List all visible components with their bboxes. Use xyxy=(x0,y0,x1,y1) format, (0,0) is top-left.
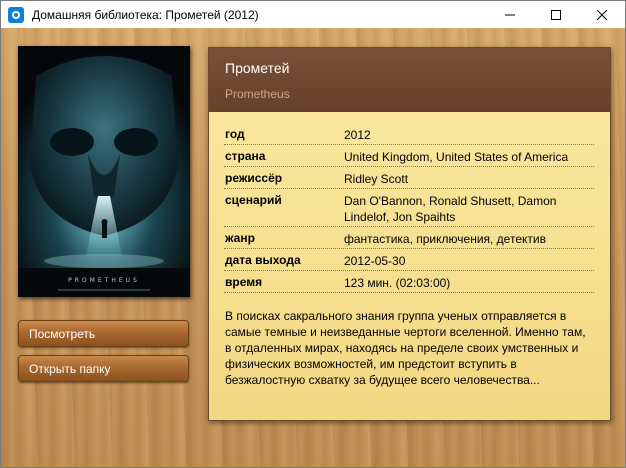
watch-button[interactable]: Посмотреть xyxy=(18,320,189,347)
app-icon xyxy=(8,6,24,23)
title-bar[interactable]: Домашняя библиотека: Прометей (2012) xyxy=(1,1,625,28)
info-row-year: год 2012 xyxy=(224,124,594,145)
movie-description: В поисках сакрального знания группа учен… xyxy=(225,309,586,387)
window-title: Домашняя библиотека: Прометей (2012) xyxy=(32,7,259,22)
info-value: Ridley Scott xyxy=(344,172,409,186)
info-value: United Kingdom, United States of America xyxy=(344,150,569,164)
open-folder-button[interactable]: Открыть папку xyxy=(18,355,189,382)
info-value: 2012 xyxy=(344,128,371,142)
info-value: 2012-05-30 xyxy=(344,254,406,268)
info-row-genre: жанр фантастика, приключения, детектив xyxy=(224,228,594,249)
close-icon xyxy=(597,9,607,20)
movie-title: Прометей xyxy=(225,60,290,76)
main-content: PROMETHEUS Посмотреть Открыть папку Пром… xyxy=(1,28,625,467)
info-row-runtime: время 123 мин. (02:03:00) xyxy=(224,272,594,293)
movie-poster: PROMETHEUS xyxy=(18,46,190,297)
poster-caption: PROMETHEUS xyxy=(68,277,140,284)
movie-original-title: Prometheus xyxy=(225,87,290,101)
info-key: жанр xyxy=(225,231,255,245)
maximize-button[interactable] xyxy=(533,1,579,28)
movie-info-card: Прометей Prometheus год 2012 страна Unit… xyxy=(208,47,611,421)
minimize-icon xyxy=(505,14,515,15)
app-window: Домашняя библиотека: Прометей (2012) PRO… xyxy=(0,0,626,468)
movie-header: Прометей Prometheus xyxy=(209,48,610,112)
info-row-country: страна United Kingdom, United States of … xyxy=(224,146,594,167)
info-value: фантастика, приключения, детектив xyxy=(344,232,546,246)
poster-image: PROMETHEUS xyxy=(18,46,190,297)
info-key: дата выхода xyxy=(225,253,301,267)
info-key: время xyxy=(225,275,263,289)
info-key: сценарий xyxy=(225,193,282,207)
info-row-release-date: дата выхода 2012-05-30 xyxy=(224,250,594,271)
info-key: страна xyxy=(225,149,266,163)
info-row-director: режиссёр Ridley Scott xyxy=(224,168,594,189)
movie-details: год 2012 страна United Kingdom, United S… xyxy=(209,112,610,420)
close-button[interactable] xyxy=(579,1,625,28)
info-key: режиссёр xyxy=(225,171,283,185)
maximize-icon xyxy=(551,9,561,20)
info-value: 123 мин. (02:03:00) xyxy=(344,276,451,290)
info-value: Dan O'Bannon, Ronald Shusett, Damon Lind… xyxy=(344,194,557,224)
minimize-button[interactable] xyxy=(487,1,533,28)
info-key: год xyxy=(225,127,245,141)
info-row-writers: сценарий Dan O'Bannon, Ronald Shusett, D… xyxy=(224,190,594,227)
